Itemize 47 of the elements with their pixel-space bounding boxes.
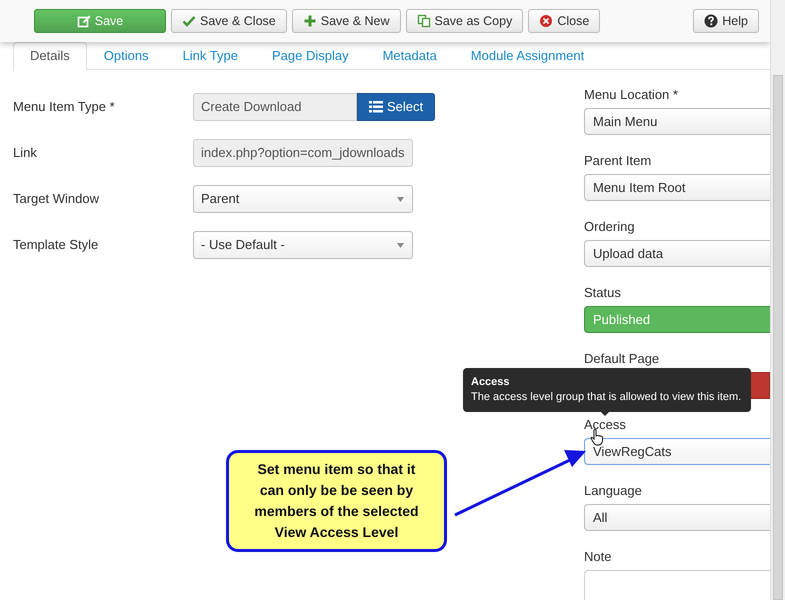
help-icon xyxy=(704,14,718,28)
field-label: Language xyxy=(584,483,642,499)
copy-icon xyxy=(416,14,431,28)
help-button[interactable]: Help xyxy=(693,9,759,33)
field-label: Template Style xyxy=(13,236,100,254)
select-button[interactable]: Select xyxy=(357,93,436,121)
caret-icon xyxy=(396,242,405,248)
field-label: Menu Location * xyxy=(584,87,678,103)
field-label: Note xyxy=(584,549,612,565)
list-icon xyxy=(369,100,383,114)
close-icon xyxy=(539,14,554,28)
scrollbar-thumb[interactable] xyxy=(773,75,783,600)
check-icon xyxy=(182,14,196,28)
tab[interactable]: Metadata xyxy=(366,42,454,69)
link-field: index.php?option=com_jdownloads xyxy=(193,139,413,167)
edit-icon xyxy=(76,14,91,28)
plus-icon xyxy=(302,14,317,28)
select-field[interactable]: Main Menu xyxy=(584,108,770,135)
field-label: Target Window xyxy=(13,190,100,208)
select-field[interactable]: ViewRegCats xyxy=(584,438,770,465)
tooltip-text: The access level group that is allowed to view this item. xyxy=(471,391,742,403)
field-label: Ordering xyxy=(584,219,635,235)
caret-icon xyxy=(396,196,405,202)
callout-note: Set menu item so that it can only be be seen by members of the selected View Access Level xyxy=(226,450,447,552)
tooltip-title: Access xyxy=(471,375,511,390)
field-label: Access xyxy=(584,417,626,433)
tab[interactable]: Module Assignment xyxy=(454,42,602,69)
tab[interactable]: Link Type xyxy=(166,42,255,69)
tab[interactable]: Page Display xyxy=(254,42,366,69)
field-label: Status xyxy=(584,285,621,301)
field-label: Link xyxy=(13,144,38,162)
select-field[interactable]: All xyxy=(584,504,770,531)
toolbar-button[interactable]: Save & New xyxy=(292,9,401,33)
type-field: Create Download xyxy=(193,93,357,121)
toolbar-button[interactable]: Close xyxy=(528,9,600,33)
select-field[interactable]: Menu Item Root xyxy=(584,174,770,201)
toolbar-button[interactable]: Save & Close xyxy=(171,9,287,33)
field-label: Menu Item Type * xyxy=(13,98,116,116)
select-field[interactable]: Parent xyxy=(193,185,413,213)
tab[interactable]: Options xyxy=(86,42,166,69)
select-field[interactable]: Upload data xyxy=(584,240,770,267)
field-label: Default Page xyxy=(584,351,660,367)
hand-cursor-icon xyxy=(590,429,604,446)
field-label: Parent Item xyxy=(584,153,652,169)
select-field[interactable]: - Use Default - xyxy=(193,231,413,259)
toolbar-button[interactable]: Save as Copy xyxy=(406,9,524,33)
tab[interactable]: Details xyxy=(13,42,87,70)
